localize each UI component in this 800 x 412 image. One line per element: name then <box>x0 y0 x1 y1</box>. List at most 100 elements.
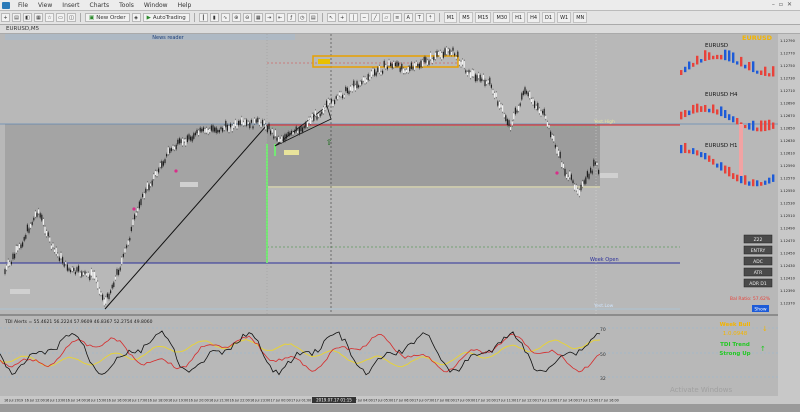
trendline-icon[interactable]: ╱ <box>370 13 380 22</box>
candle-body <box>337 95 339 100</box>
candle-body <box>15 245 17 253</box>
vertical-line-icon[interactable]: │ <box>348 13 358 22</box>
side-button-label[interactable]: Z22 <box>754 237 763 243</box>
chart-area[interactable]: News reader Yest.High Week Open Yest.Low… <box>0 34 800 404</box>
line-chart-icon[interactable]: ∿ <box>220 13 230 22</box>
indicators-icon[interactable]: ƒ <box>286 13 296 22</box>
candle-body <box>326 100 328 107</box>
candle-body <box>511 121 513 126</box>
data-window-icon[interactable]: ▦ <box>34 13 43 22</box>
time-tick: 17 Jul 12:00 <box>517 399 537 403</box>
new-order-button[interactable]: ▣ New Order <box>85 13 130 22</box>
mini-chart-accent-label: EURUSD <box>742 34 773 42</box>
profiles-icon[interactable]: ▤ <box>12 13 21 22</box>
menu-window[interactable]: Window <box>144 2 168 9</box>
candle-body <box>154 171 156 176</box>
tf-m30[interactable]: M30 <box>493 12 511 23</box>
tf-m15[interactable]: M15 <box>474 12 492 23</box>
candle-body <box>423 57 425 63</box>
menu-charts[interactable]: Charts <box>90 2 110 9</box>
tile-windows-icon[interactable]: ▦ <box>253 13 263 22</box>
candle-body <box>535 105 537 109</box>
show-button-label[interactable]: Show <box>754 307 766 313</box>
tf-w1[interactable]: W1 <box>557 12 572 23</box>
metaeditor-icon[interactable]: ◈ <box>131 13 141 22</box>
candle-body <box>478 73 480 79</box>
candle-body <box>151 180 153 186</box>
chart-tab-label[interactable]: EURUSD,M5 <box>6 26 39 32</box>
side-button-label[interactable]: ENTRY <box>751 248 766 254</box>
candle-body <box>311 114 313 121</box>
navigator-icon[interactable]: ☆ <box>45 13 54 22</box>
tf-h4[interactable]: H4 <box>527 12 541 23</box>
candle-body <box>522 91 524 95</box>
candle-body <box>79 272 81 277</box>
menu-help[interactable]: Help <box>178 2 192 9</box>
time-tick: 17 Jul 10:00 <box>476 399 496 403</box>
bar-chart-icon[interactable]: ┃ <box>198 13 208 22</box>
tester-icon[interactable]: ◫ <box>67 13 76 22</box>
tf-d1[interactable]: D1 <box>542 12 556 23</box>
candle-body <box>119 267 121 271</box>
window-controls[interactable]: –▫✕ <box>772 1 796 8</box>
candle-body <box>137 208 139 212</box>
zoom-out-icon[interactable]: ⊖ <box>242 13 252 22</box>
terminal-icon[interactable]: ▭ <box>56 13 65 22</box>
autoscroll-icon[interactable]: ⇥ <box>264 13 274 22</box>
arrows-icon[interactable]: ⇡ <box>425 13 435 22</box>
side-button-label[interactable]: ADR D1 <box>749 281 767 287</box>
market-watch-icon[interactable]: ◧ <box>23 13 32 22</box>
cursor-icon[interactable]: ↖ <box>326 13 336 22</box>
side-button-label[interactable]: ATR <box>754 270 763 276</box>
price-tick: 1.12430 <box>780 264 796 268</box>
chart-canvas[interactable]: News reader Yest.High Week Open Yest.Low… <box>0 34 800 404</box>
news-reader-bar[interactable] <box>5 34 295 40</box>
candle-body <box>362 77 364 81</box>
templates-icon[interactable]: ▤ <box>308 13 318 22</box>
candle-body <box>175 144 177 150</box>
candle-body <box>106 293 108 298</box>
tf-m5[interactable]: M5 <box>459 12 473 23</box>
side-button-label[interactable]: ADC <box>753 259 763 265</box>
mini-candle <box>724 49 727 61</box>
mini-candle <box>720 162 723 171</box>
candle-body <box>442 51 444 58</box>
periods-icon[interactable]: ◷ <box>297 13 307 22</box>
label-icon[interactable]: T <box>414 13 424 22</box>
news-reader-label[interactable]: News reader <box>152 35 184 41</box>
candle-body <box>321 111 323 115</box>
chart-shift-icon[interactable]: ⇤ <box>275 13 285 22</box>
mini-candle <box>736 174 739 182</box>
candle-body <box>487 80 489 83</box>
zoom-in-icon[interactable]: ⊕ <box>231 13 241 22</box>
mini-candle <box>696 55 699 65</box>
menu-file[interactable]: File <box>18 2 28 9</box>
candle-body <box>244 119 246 126</box>
crosshair-icon[interactable]: + <box>337 13 347 22</box>
tf-mn[interactable]: MN <box>573 12 588 23</box>
menu-insert[interactable]: Insert <box>62 2 79 9</box>
bar-ratio-label: Bal Ratio: 57.62% <box>730 296 771 302</box>
fibonacci-icon[interactable]: ≡ <box>392 13 402 22</box>
candle-body <box>76 267 78 272</box>
channel-icon[interactable]: ▱ <box>381 13 391 22</box>
autotrading-button[interactable]: ▶ AutoTrading <box>142 13 190 22</box>
mini-candle <box>768 177 771 184</box>
candle-body <box>73 268 75 271</box>
side-buttons[interactable]: Z22 ENTRY ADC ATR ADR D1 <box>743 234 773 288</box>
menu-view[interactable]: View <box>38 2 52 9</box>
new-chart-icon[interactable]: + <box>1 13 10 22</box>
candle-body <box>188 134 190 140</box>
indicator-separator[interactable] <box>0 314 778 316</box>
menu-tools[interactable]: Tools <box>119 2 134 9</box>
mini-candle <box>756 127 759 132</box>
tf-h1[interactable]: H1 <box>512 12 526 23</box>
candle-body <box>471 69 473 77</box>
time-tick: 16 Jul 16:00 <box>107 399 127 403</box>
candle-body <box>369 76 371 80</box>
horizontal-line-icon[interactable]: ─ <box>359 13 369 22</box>
price-tick: 1.12790 <box>780 39 796 43</box>
text-icon[interactable]: A <box>403 13 413 22</box>
candle-chart-icon[interactable]: ▮ <box>209 13 219 22</box>
tf-m1[interactable]: M1 <box>443 12 458 23</box>
